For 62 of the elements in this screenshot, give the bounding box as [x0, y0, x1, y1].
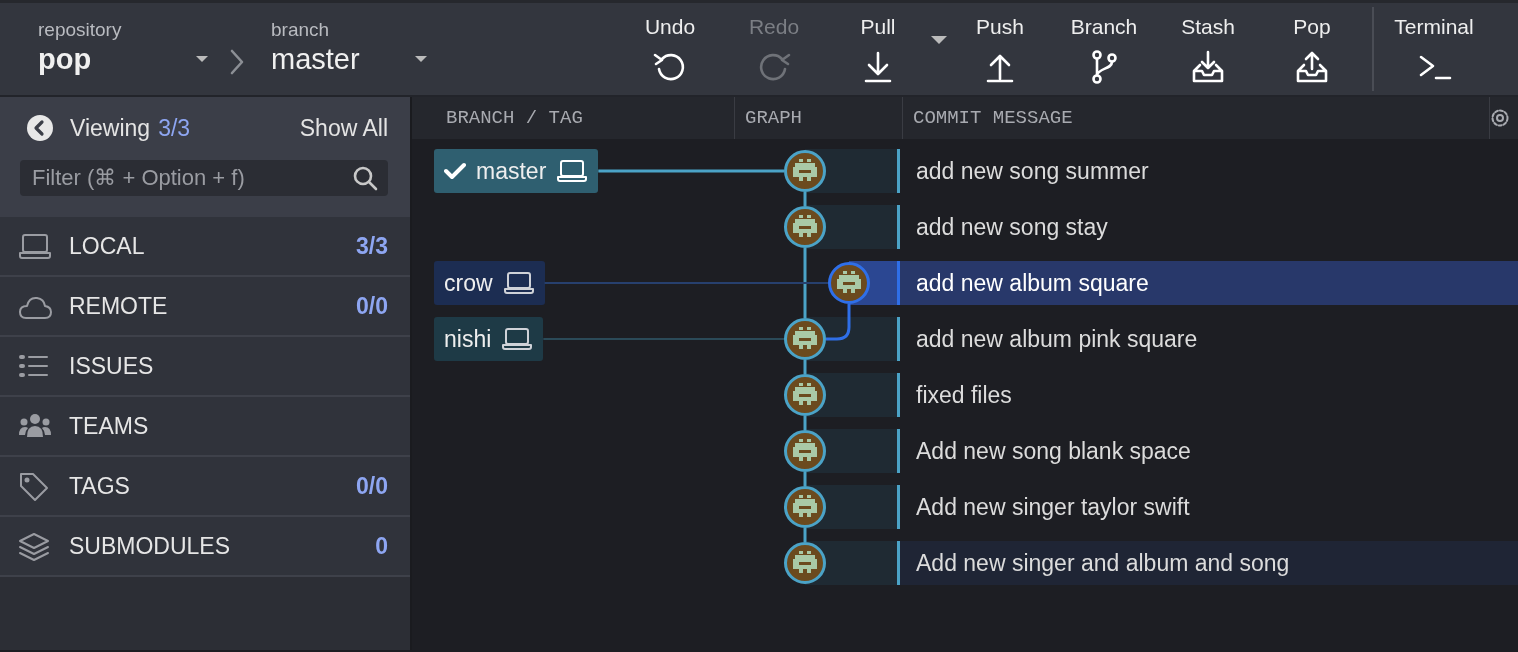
commit-avatar-icon[interactable] [784, 486, 826, 528]
branch-label: branch [271, 19, 331, 41]
branch-button[interactable]: Branch [1052, 3, 1156, 95]
branch-label[interactable]: crow [434, 261, 545, 305]
branch-label[interactable]: nishi [434, 317, 544, 361]
branch-label[interactable]: master [434, 149, 599, 193]
caret-icon [930, 34, 948, 45]
graph-edge [803, 360, 807, 374]
filter-field[interactable]: Filter (⌘ + Option + f) [20, 159, 388, 196]
sidebar-item[interactable]: REMOTE 0/0 [0, 277, 410, 337]
commit-avatar-icon[interactable] [784, 206, 826, 248]
viewing-count: 3/3 [158, 114, 191, 143]
branch-name[interactable]: master [271, 40, 414, 79]
laptop-icon [501, 325, 534, 353]
commit-avatar-icon[interactable] [828, 262, 870, 304]
sidebar-item[interactable]: SUBMODULES 0 [0, 517, 410, 577]
commit-message[interactable]: Add new singer taylor swift [897, 485, 1518, 529]
repository-name[interactable]: pop [38, 40, 195, 79]
pop-button[interactable]: Pop [1260, 3, 1364, 95]
show-all-link[interactable]: Show All [299, 111, 388, 146]
search-icon [352, 164, 378, 191]
back-button[interactable] [26, 114, 54, 143]
column-header: COMMIT MESSAGE [903, 97, 1490, 139]
graph-edge [803, 472, 807, 486]
commit-avatar-icon[interactable] [784, 150, 826, 192]
push-button[interactable]: Push [948, 3, 1052, 95]
repository-label: repository [38, 19, 123, 41]
commit-message[interactable]: add new song summer [897, 149, 1518, 193]
commit-message[interactable]: add new album pink square [897, 317, 1518, 361]
column-header: BRANCH / TAG [412, 97, 735, 139]
commit-message[interactable]: Add new song blank space [897, 429, 1518, 473]
tray-download-icon [1190, 48, 1226, 85]
sidebar-item[interactable]: TAGS 0/0 [0, 457, 410, 517]
sidebar-item[interactable]: LOCAL 3/3 [0, 217, 410, 277]
viewing-label: Viewing [70, 114, 151, 143]
commit-message[interactable]: Add new singer and album and song [897, 541, 1518, 585]
pull-button[interactable]: Pull [826, 3, 930, 95]
sidebar-item[interactable]: ISSUES [0, 337, 410, 397]
check-icon [444, 162, 466, 180]
commit-message[interactable]: add new album square [897, 261, 1518, 305]
terminal-button[interactable]: Terminal [1382, 3, 1486, 95]
laptop-icon [556, 157, 589, 185]
commit-avatar-icon[interactable] [784, 430, 826, 472]
column-header: GRAPH [735, 97, 903, 139]
stash-button[interactable]: Stash [1156, 3, 1260, 95]
undo-button[interactable]: Undo [618, 3, 722, 95]
caret-icon [414, 55, 428, 63]
chevron-right-icon [229, 49, 245, 75]
sidebar-item[interactable]: TEAMS [0, 397, 410, 457]
commit-avatar-icon[interactable] [784, 374, 826, 416]
commit-avatar-icon[interactable] [784, 542, 826, 584]
graph-edge [803, 528, 807, 542]
merge-line [826, 304, 851, 341]
caret-icon [195, 55, 209, 63]
graph-edge [803, 416, 807, 430]
laptop-icon [502, 269, 535, 297]
commit-message[interactable]: add new song stay [897, 205, 1518, 249]
commit-avatar-icon[interactable] [784, 318, 826, 360]
graph-edge [803, 192, 807, 206]
graph-edge [803, 248, 807, 318]
commit-message[interactable]: fixed files [897, 373, 1518, 417]
settings-icon[interactable] [1490, 108, 1510, 128]
